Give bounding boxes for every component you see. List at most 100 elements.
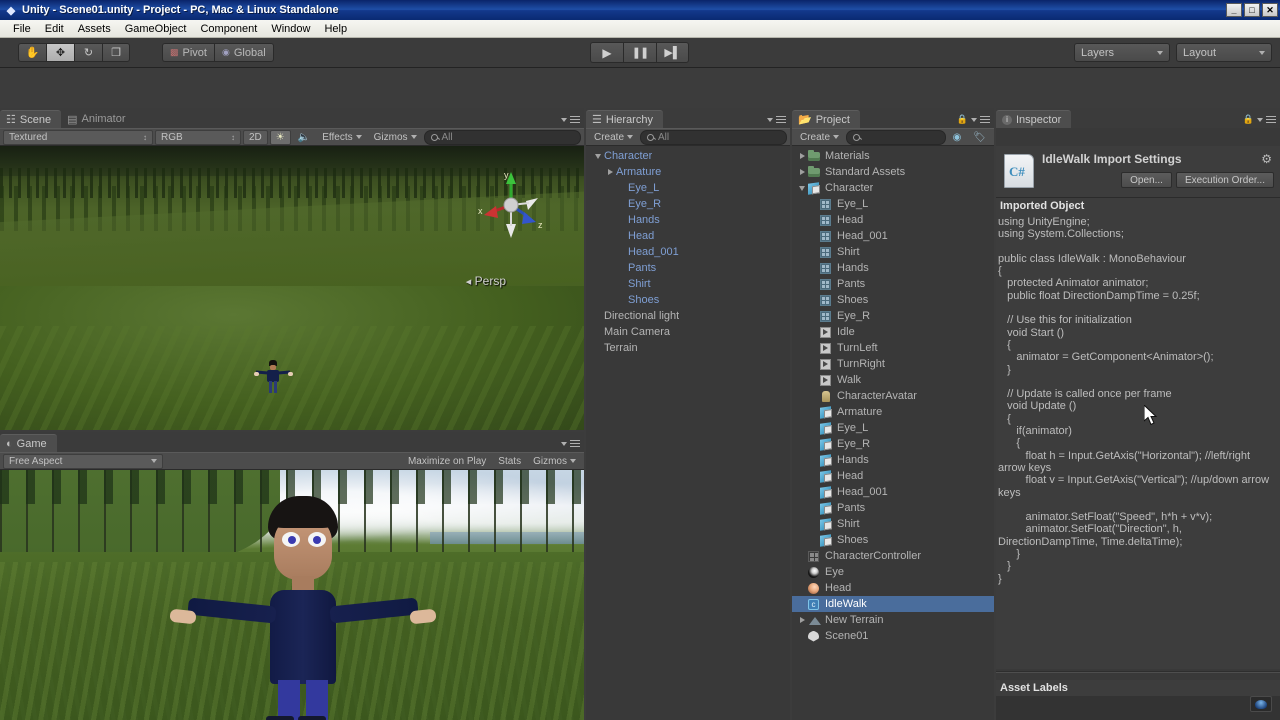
scale-tool-button[interactable]: ❐ — [102, 43, 130, 62]
hierarchy-menu-button[interactable] — [767, 114, 786, 125]
tree-row[interactable]: Shoes — [792, 292, 994, 308]
tree-row[interactable]: Pants — [792, 276, 994, 292]
tree-row[interactable]: Shirt — [792, 516, 994, 532]
execution-order-button[interactable]: Execution Order... — [1175, 172, 1274, 188]
move-tool-button[interactable]: ✥ — [46, 43, 74, 62]
menu-window[interactable]: Window — [264, 22, 317, 36]
open-button[interactable]: Open... — [1121, 172, 1172, 188]
tab-animator[interactable]: ▤ Animator — [61, 110, 135, 128]
scene-search-input[interactable]: All — [423, 129, 581, 145]
lock-icon[interactable]: 🔒 — [957, 114, 968, 125]
game-view-menu-button[interactable] — [561, 438, 580, 449]
tree-row[interactable]: Armature — [586, 164, 790, 180]
tab-inspector[interactable]: i Inspector — [996, 110, 1072, 128]
lighting-toggle-button[interactable]: ☀ — [269, 129, 291, 145]
project-filter-by-label-button[interactable]: 🏷 — [968, 130, 991, 145]
tree-row[interactable]: Hands — [792, 260, 994, 276]
rotate-tool-button[interactable]: ↻ — [74, 43, 102, 62]
hierarchy-tree[interactable]: Character Armature Eye_L Eye_R Hands Head Head… — [586, 146, 790, 720]
tree-row[interactable]: Eye_L — [586, 180, 790, 196]
tree-disclosure-down[interactable] — [592, 153, 604, 159]
tree-row[interactable]: TurnLeft — [792, 340, 994, 356]
scene-projection-label[interactable]: ◂ Persp — [466, 274, 506, 288]
tree-row[interactable]: Main Camera — [586, 324, 790, 340]
menu-component[interactable]: Component — [193, 22, 264, 36]
tab-hierarchy[interactable]: ☰ Hierarchy — [586, 110, 663, 128]
tree-disclosure-down[interactable] — [796, 185, 808, 191]
effects-dropdown[interactable]: Effects — [317, 130, 366, 145]
scene-axis-gizmo[interactable]: x y z — [474, 168, 548, 242]
tree-row[interactable]: CharacterAvatar — [792, 388, 994, 404]
layers-dropdown[interactable]: Layers — [1074, 43, 1170, 62]
tree-row[interactable]: Eye_R — [586, 196, 790, 212]
tree-row[interactable]: Eye_L — [792, 420, 994, 436]
tree-disclosure-right[interactable] — [796, 617, 808, 623]
gizmos-dropdown[interactable]: Gizmos — [369, 130, 422, 145]
tree-row[interactable]: Shirt — [792, 244, 994, 260]
pause-button[interactable]: ❚❚ — [623, 42, 656, 63]
game-viewport[interactable] — [0, 470, 584, 720]
menu-edit[interactable]: Edit — [38, 22, 71, 36]
tree-row[interactable]: Pants — [586, 260, 790, 276]
menu-assets[interactable]: Assets — [71, 22, 118, 36]
tree-row[interactable]: Shirt — [586, 276, 790, 292]
project-search-input[interactable] — [846, 129, 946, 145]
tree-row[interactable]: Directional light — [586, 308, 790, 324]
tree-row[interactable]: Terrain — [586, 340, 790, 356]
toggle-2d-button[interactable]: 2D — [243, 129, 268, 145]
tree-row[interactable]: Head_001 — [792, 228, 994, 244]
stats-button[interactable]: Stats — [493, 454, 526, 469]
play-button[interactable]: ▶ — [590, 42, 623, 63]
tree-row[interactable]: Walk — [792, 372, 994, 388]
hierarchy-search-input[interactable]: All — [640, 129, 787, 145]
tree-row[interactable]: Head — [586, 228, 790, 244]
tree-row[interactable]: Head_001 — [792, 484, 994, 500]
tree-row[interactable]: Eye_L — [792, 196, 994, 212]
tree-row[interactable]: Materials — [792, 148, 994, 164]
menu-help[interactable]: Help — [317, 22, 354, 36]
tab-scene[interactable]: ☷ Scene — [0, 110, 62, 128]
tab-project[interactable]: 📂 Project — [792, 110, 860, 128]
scene-viewport[interactable]: x y z ◂ Persp — [0, 146, 584, 430]
tree-row[interactable]: Head_001 — [586, 244, 790, 260]
tree-row[interactable]: Head — [792, 580, 994, 596]
tree-row[interactable]: Character — [792, 180, 994, 196]
tab-game[interactable]: ◐ Game — [0, 434, 57, 452]
tree-row[interactable]: Head — [792, 212, 994, 228]
minimize-button[interactable]: _ — [1226, 3, 1242, 17]
aspect-dropdown[interactable]: Free Aspect — [3, 453, 163, 469]
tree-disclosure-right[interactable] — [796, 153, 808, 159]
tree-row[interactable]: TurnRight — [792, 356, 994, 372]
project-tree[interactable]: Materials Standard Assets Character Eye_L He… — [792, 146, 994, 720]
gear-icon[interactable]: ⚙ — [1261, 152, 1272, 166]
project-create-dropdown[interactable]: Create — [795, 130, 844, 145]
maximize-on-play-button[interactable]: Maximize on Play — [403, 454, 491, 469]
draw-mode-dropdown[interactable]: Textured ↕ — [3, 129, 153, 145]
tree-row[interactable]: Eye — [792, 564, 994, 580]
tree-row[interactable]: Eye_R — [792, 436, 994, 452]
hierarchy-create-dropdown[interactable]: Create — [589, 130, 638, 145]
tree-row[interactable]: New Terrain — [792, 612, 994, 628]
lock-icon[interactable]: 🔒 — [1243, 114, 1254, 125]
tree-disclosure-right[interactable] — [604, 169, 616, 175]
tree-row[interactable]: Hands — [792, 452, 994, 468]
layout-dropdown[interactable]: Layout — [1176, 43, 1272, 62]
tree-row[interactable]: Armature — [792, 404, 994, 420]
game-gizmos-dropdown[interactable]: Gizmos — [528, 454, 581, 469]
inspector-menu-button[interactable]: 🔒 — [1243, 114, 1276, 125]
maximize-button[interactable]: □ — [1244, 3, 1260, 17]
project-filter-by-type-button[interactable]: ◉ — [948, 130, 967, 145]
tree-row[interactable]: c IdleWalk — [792, 596, 994, 612]
tree-row[interactable]: Shoes — [792, 532, 994, 548]
tree-row[interactable]: Shoes — [586, 292, 790, 308]
tree-row[interactable]: Standard Assets — [792, 164, 994, 180]
audio-toggle-button[interactable]: 🔈 — [293, 130, 315, 145]
tree-row[interactable]: Character — [586, 148, 790, 164]
tree-row[interactable]: Scene01 — [792, 628, 994, 644]
tree-row[interactable]: Pants — [792, 500, 994, 516]
tree-row[interactable]: Eye_R — [792, 308, 994, 324]
tree-row[interactable]: Hands — [586, 212, 790, 228]
close-button[interactable]: ✕ — [1262, 3, 1278, 17]
hand-tool-button[interactable]: ✋ — [18, 43, 46, 62]
space-toggle-button[interactable]: ◉ Global — [213, 43, 274, 62]
